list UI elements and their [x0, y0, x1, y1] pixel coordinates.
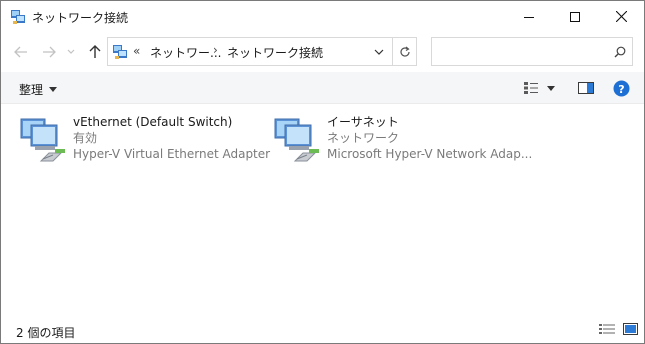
title-bar: ネットワーク接続 [1, 1, 644, 32]
breadcrumb-network[interactable]: ネットワー... [150, 44, 221, 61]
caret-down-icon [547, 85, 555, 91]
chevron-down-icon [374, 49, 384, 55]
network-adapter-item[interactable]: イーサネット ネットワーク Microsoft Hyper-V Network … [273, 113, 532, 167]
command-bar: 整理 ? [1, 72, 644, 104]
item-list: vEthernet (Default Switch) 有効 Hyper-V Vi… [1, 105, 644, 317]
adapter-device: Microsoft Hyper-V Network Adap... [327, 147, 533, 161]
status-bar: 2 個の項目 [1, 317, 644, 343]
maximize-button[interactable] [552, 1, 598, 32]
view-details-icon [524, 82, 538, 94]
large-icons-view-button[interactable] [622, 322, 638, 336]
change-view-button[interactable] [522, 79, 540, 97]
network-adapter-item[interactable]: vEthernet (Default Switch) 有効 Hyper-V Vi… [19, 113, 270, 167]
close-icon [615, 11, 627, 22]
large-icons-view-icon [622, 323, 638, 335]
arrow-up-icon [89, 45, 101, 58]
adapter-status: ネットワーク [327, 131, 400, 145]
minimize-button[interactable] [506, 1, 552, 32]
details-view-icon [599, 324, 615, 334]
search-box[interactable] [431, 37, 633, 66]
svg-text:?: ? [618, 82, 624, 95]
preview-pane-icon [578, 82, 594, 94]
network-adapter-icon [19, 115, 69, 165]
refresh-button[interactable] [392, 38, 416, 65]
network-connections-app-icon [10, 9, 26, 25]
network-adapter-icon [273, 115, 323, 165]
maximize-icon [570, 11, 580, 22]
minimize-icon [524, 16, 534, 18]
breadcrumb-separator[interactable]: › [213, 43, 218, 57]
preview-pane-button[interactable] [577, 79, 595, 97]
address-bar[interactable]: « ネットワー... › ネットワーク接続 › [107, 37, 417, 66]
arrow-left-icon [14, 46, 27, 58]
chevron-down-icon [67, 49, 75, 54]
details-view-button[interactable] [599, 322, 615, 336]
up-button[interactable] [87, 44, 103, 60]
close-button[interactable] [598, 1, 644, 32]
arrow-right-icon [43, 46, 56, 58]
explorer-window: ネットワーク接続 « ネットワー... › ネットワーク接続 › 整理 ? vE… [0, 0, 645, 344]
search-icon[interactable] [612, 44, 628, 60]
navigation-bar: « ネットワー... › ネットワーク接続 › [1, 32, 644, 72]
adapter-status: 有効 [73, 131, 98, 145]
adapter-name: vEthernet (Default Switch) [73, 115, 233, 129]
organize-menu-button[interactable]: 整理 [19, 81, 58, 98]
breadcrumb-separator[interactable]: › [311, 43, 316, 57]
network-adapter-details: イーサネット ネットワーク Microsoft Hyper-V Network … [327, 114, 532, 162]
organize-label: 整理 [19, 83, 44, 97]
item-count: 2 個の項目 [16, 326, 76, 340]
adapter-device: Hyper-V Virtual Ethernet Adapter [73, 147, 271, 161]
back-button[interactable] [13, 44, 29, 60]
view-options-dropdown[interactable] [544, 79, 558, 97]
adapter-name: イーサネット [327, 115, 399, 129]
search-input[interactable] [438, 44, 598, 60]
network-adapter-details: vEthernet (Default Switch) 有効 Hyper-V Vi… [73, 114, 270, 162]
refresh-icon [399, 46, 410, 57]
help-button[interactable]: ? [612, 79, 630, 97]
recent-locations-button[interactable] [65, 44, 77, 60]
caret-down-icon [49, 87, 58, 92]
window-title: ネットワーク接続 [32, 11, 129, 25]
network-connections-location-icon [112, 44, 128, 60]
address-history-dropdown[interactable] [366, 38, 392, 65]
breadcrumb-overflow[interactable]: « [133, 44, 140, 58]
breadcrumb-network-connections[interactable]: ネットワーク接続 [227, 44, 323, 61]
forward-button[interactable] [41, 44, 57, 60]
help-icon: ? [613, 80, 629, 96]
